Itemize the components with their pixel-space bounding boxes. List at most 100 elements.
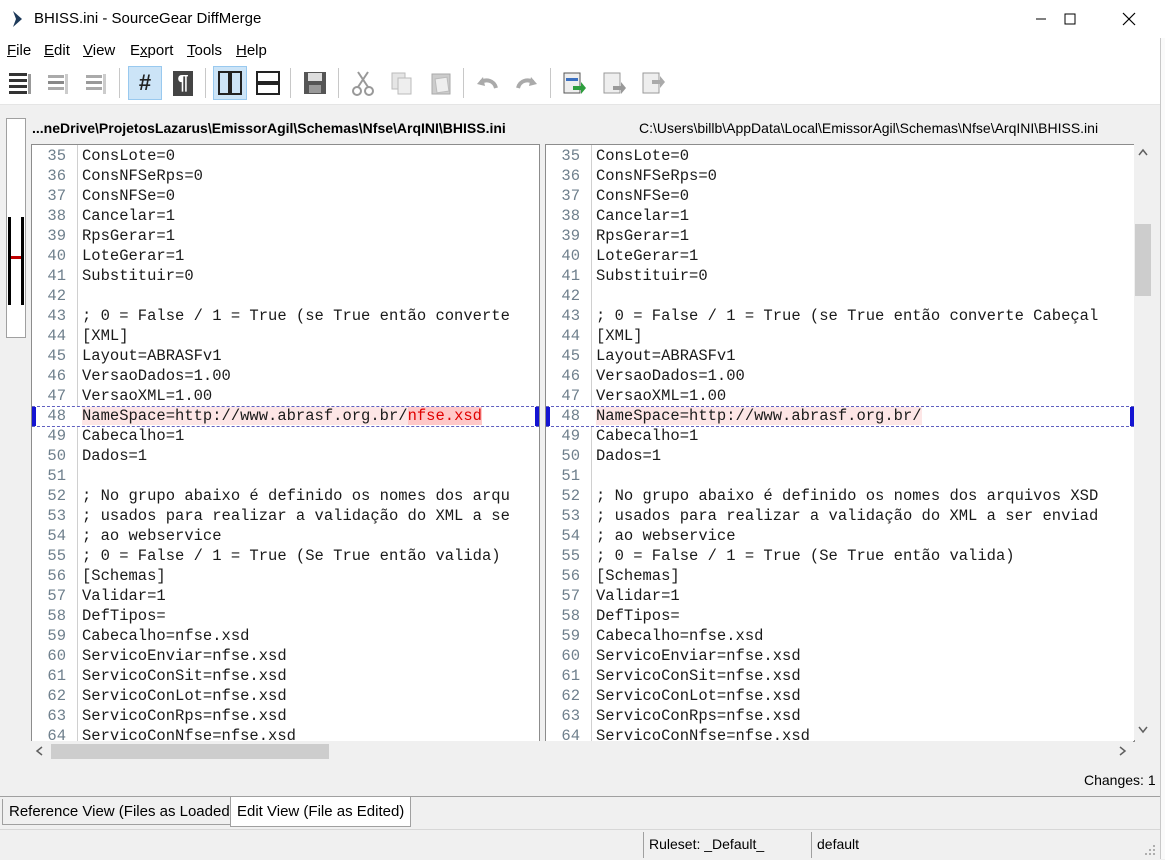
line-number: 45 [47,347,66,365]
line-text: ; 0 = False / 1 = True (Se True então va… [596,547,1015,565]
line-number: 58 [47,607,66,625]
diff-line-text: NameSpace=http://www.abrasf.org.br/ [596,407,922,425]
show-context-button[interactable] [78,66,112,100]
maximize-button[interactable] [1041,0,1099,38]
cut-icon [352,71,374,96]
pilcrow-toggle[interactable]: ¶ [166,66,200,100]
line-number: 61 [561,667,580,685]
line-text: Layout=ABRASFv1 [82,347,222,365]
undo-button[interactable] [470,66,504,100]
vertical-scroll-thumb[interactable] [1135,224,1151,296]
top-bottom-button[interactable] [251,66,285,100]
line-number: 56 [47,567,66,585]
code-line: 56 [Schemas] [32,566,539,586]
tab-reference-view[interactable]: Reference View (Files as Loaded) [2,799,242,825]
line-number: 43 [47,307,66,325]
apply-next-button[interactable] [597,66,631,100]
line-number: 44 [561,327,580,345]
line-text: ServicoEnviar=nfse.xsd [596,647,801,665]
line-text: RpsGerar=1 [596,227,690,245]
code-line: 57 Validar=1 [32,586,539,606]
code-line: 38 Cancelar=1 [32,206,539,226]
line-number: 46 [561,367,580,385]
code-line: 61 ServicoConSit=nfse.xsd [32,666,539,686]
save-button[interactable] [298,66,332,100]
horizontal-scroll-thumb[interactable] [51,744,329,759]
code-line: 42 [546,286,1134,306]
line-number: 60 [561,647,580,665]
show-diffs-only-button[interactable] [40,66,74,100]
code-line: 52 ; No grupo abaixo é definido os nomes … [32,486,539,506]
code-line: 36 ConsNFSeRps=0 [546,166,1134,186]
line-text: Validar=1 [596,587,680,605]
menu-tools[interactable]: Tools [187,42,222,59]
diff-changed-text: nfse.xsd [407,407,482,425]
scroll-left-arrow-icon[interactable] [35,746,43,756]
close-button[interactable] [1100,0,1158,38]
pilcrow-icon: ¶ [173,70,193,96]
copy-button[interactable] [385,66,419,100]
code-line: 61 ServicoConSit=nfse.xsd [546,666,1134,686]
side-by-side-button[interactable] [213,66,247,100]
redo-button[interactable] [510,66,544,100]
diff-overview-map[interactable] [6,118,26,338]
code-line: 42 [32,286,539,306]
code-line: 53 ; usados para realizar a validação do … [32,506,539,526]
code-line: 64 ServicoConNfse=nfse.xsd [546,726,1134,742]
paste-button[interactable] [424,66,458,100]
line-number: 53 [47,507,66,525]
horizontal-scrollbar[interactable] [31,741,1133,761]
status-rule: default [817,836,860,852]
line-text: ServicoConSit=nfse.xsd [596,667,801,685]
code-line: 48 NameSpace=http://www.abrasf.org.br/ [546,406,1134,426]
line-text: Dados=1 [82,447,148,465]
line-text: ServicoConLot=nfse.xsd [596,687,801,705]
line-numbers-icon: # [138,70,152,95]
menu-export[interactable]: Export [130,42,173,59]
menu-edit[interactable]: Edit [44,42,70,59]
line-text: Cabecalho=nfse.xsd [596,627,764,645]
code-line: 41 Substituir=0 [546,266,1134,286]
menu-help[interactable]: Help [236,42,267,59]
line-text: ConsLote=0 [82,147,176,165]
line-text: ConsNFSeRps=0 [596,167,717,185]
tab-edit-view[interactable]: Edit View (File as Edited) [230,797,412,827]
line-text: Cancelar=1 [596,207,690,225]
left-file-pane[interactable]: 35 ConsLote=0 36 ConsNFSeRps=0 37 ConsNFSe=0 3… [31,144,540,742]
show-context-icon [86,74,106,94]
line-number: 42 [47,287,66,305]
left-file-path: ...neDrive\ProjetosLazarus\EmissorAgil\S… [32,120,506,136]
code-line: 48 NameSpace=http://www.abrasf.org.br/nfs… [32,406,539,426]
code-line: 47 VersaoXML=1.00 [546,386,1134,406]
line-text: Dados=1 [596,447,662,465]
line-text: ConsNFSeRps=0 [82,167,203,185]
apply-change-button[interactable] [557,66,591,100]
show-all-lines-button[interactable] [2,66,36,100]
apply-all-button[interactable] [636,66,670,100]
line-numbers-toggle[interactable]: # [128,66,162,100]
code-line: 35 ConsLote=0 [546,146,1134,166]
line-text: ; 0 = False / 1 = True (se True então co… [82,307,510,325]
apply-change-icon [563,72,586,94]
line-text: VersaoXML=1.00 [596,387,727,405]
vertical-scrollbar[interactable] [1134,144,1152,740]
code-line: 49 Cabecalho=1 [32,426,539,446]
line-text: ServicoConNfse=nfse.xsd [596,727,810,742]
line-number: 59 [47,627,66,645]
cut-button[interactable] [346,66,380,100]
scroll-up-arrow-icon[interactable] [1138,148,1148,156]
line-number: 62 [47,687,66,705]
scroll-right-arrow-icon[interactable] [1119,746,1127,756]
line-text: [Schemas] [596,567,680,585]
line-number: 52 [47,487,66,505]
line-text: VersaoDados=1.00 [596,367,745,385]
line-text: ServicoEnviar=nfse.xsd [82,647,287,665]
scroll-down-arrow-icon[interactable] [1138,726,1148,734]
resize-grip-icon[interactable] [1142,842,1156,856]
menu-view[interactable]: View [83,42,115,59]
diffmerge-app-icon [13,11,22,27]
line-text: NameSpace=http://www.abrasf.org.br/nfse.… [82,406,482,426]
right-file-pane[interactable]: 35 ConsLote=0 36 ConsNFSeRps=0 37 ConsNFSe=0 3… [545,144,1135,742]
code-line: 54 ; ao webservice [32,526,539,546]
menu-file[interactable]: File [7,42,31,59]
